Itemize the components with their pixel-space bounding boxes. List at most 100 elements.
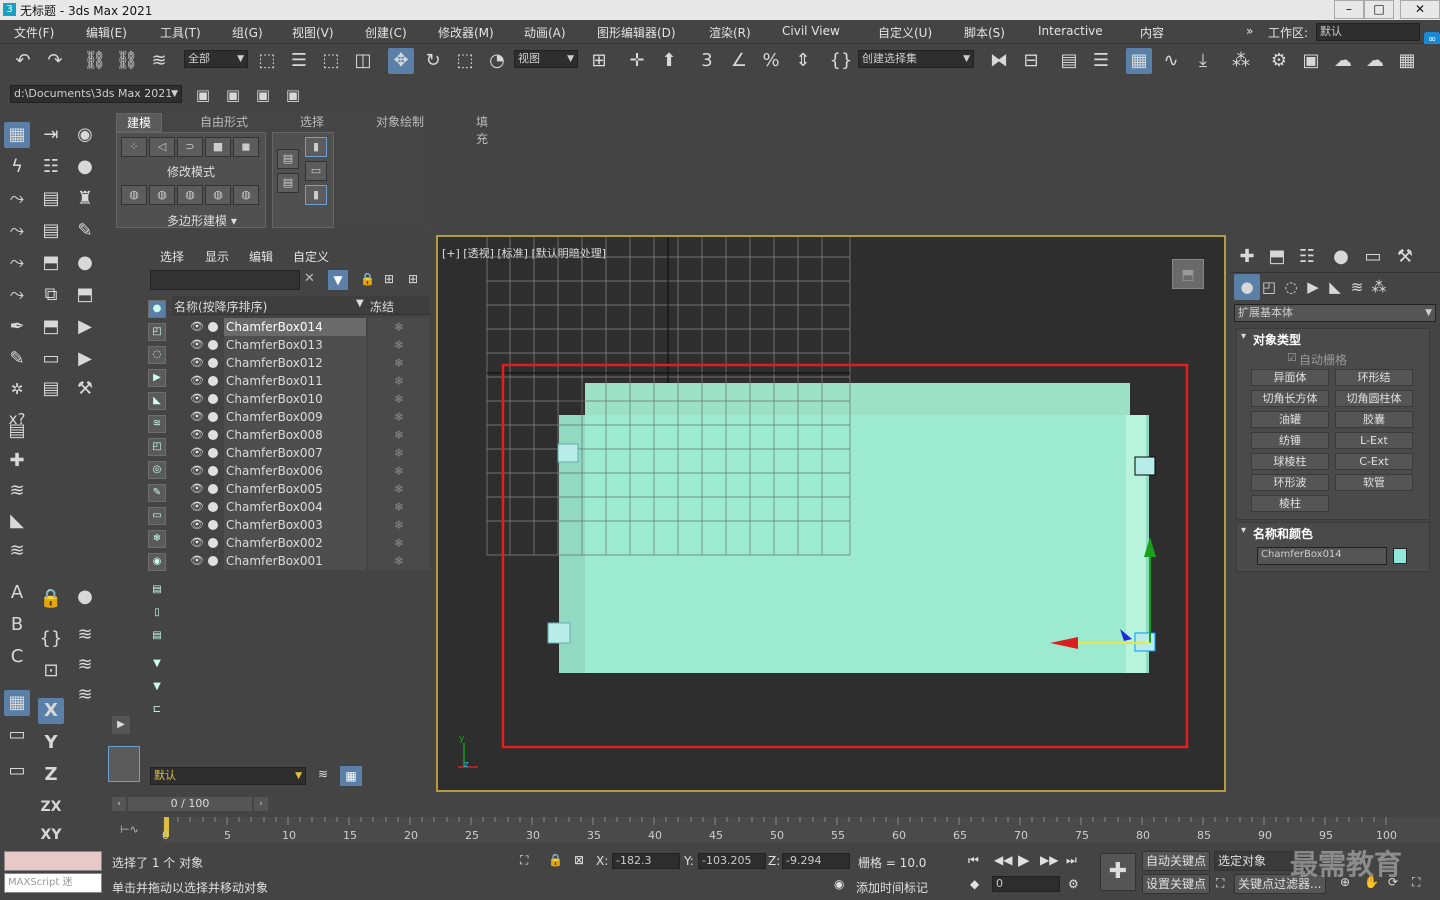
tool-1-button[interactable]: ▤ bbox=[277, 149, 299, 169]
table-row[interactable]: 👁 ChamferBox008 ❄ bbox=[184, 426, 430, 444]
table-row[interactable]: 👁 ChamferBox002 ❄ bbox=[184, 534, 430, 552]
undo-icon[interactable]: ↶ bbox=[10, 48, 36, 74]
shirt-icon[interactable]: ♜ bbox=[72, 186, 98, 212]
menu-animation[interactable]: 动画(A) bbox=[524, 24, 566, 41]
tab-selection[interactable]: 选择 bbox=[300, 113, 324, 130]
utilities-tab-icon[interactable]: ⚒ bbox=[1392, 244, 1418, 270]
modifier-3-button[interactable]: ◍ bbox=[177, 185, 203, 205]
freeze-icon[interactable]: ❄ bbox=[368, 480, 430, 498]
mesh-icon[interactable]: ⬒ bbox=[38, 314, 64, 340]
render-dot-icon[interactable] bbox=[208, 538, 218, 548]
explorer-tab-edit[interactable]: 编辑 bbox=[249, 248, 273, 265]
render-dot-icon[interactable] bbox=[208, 448, 218, 458]
video-icon[interactable]: ▶ bbox=[72, 346, 98, 372]
object-name[interactable]: ChamferBox013 bbox=[224, 336, 366, 354]
visibility-eye-icon[interactable]: 👁 bbox=[190, 446, 204, 459]
text-c-icon[interactable]: C bbox=[4, 644, 30, 670]
freeze-icon[interactable]: ❄ bbox=[368, 318, 430, 336]
render-dot-icon[interactable] bbox=[208, 340, 218, 350]
minimize-button[interactable]: – bbox=[1334, 0, 1364, 19]
object-name-input[interactable]: ChamferBox014 bbox=[1257, 547, 1387, 565]
go-to-end-icon[interactable]: ⏭ bbox=[1066, 853, 1077, 868]
add-layer-icon[interactable]: ✚ bbox=[4, 448, 30, 474]
freeze-icon[interactable]: ❄ bbox=[368, 426, 430, 444]
visibility-eye-icon[interactable]: 👁 bbox=[190, 536, 204, 549]
pointer-icon[interactable]: ◣ bbox=[4, 508, 30, 534]
table-row[interactable]: 👁 ChamferBox013 ❄ bbox=[184, 336, 430, 354]
copy-icon[interactable]: ⧉ bbox=[38, 282, 64, 308]
render-production-icon[interactable]: ☁ bbox=[1330, 48, 1356, 74]
render-setup-icon[interactable]: ⚙ bbox=[1266, 48, 1292, 74]
menu-view[interactable]: 视图(V) bbox=[292, 24, 334, 41]
hierarchy-explorer-icon[interactable]: ⊞ bbox=[384, 272, 394, 286]
display-all-icon[interactable]: ▤ bbox=[148, 582, 166, 600]
menu-file[interactable]: 文件(F) bbox=[14, 24, 54, 41]
current-frame-input[interactable]: 0 bbox=[992, 876, 1060, 892]
orbit-icon[interactable]: ⟳ bbox=[1388, 875, 1398, 889]
object-name[interactable]: ChamferBox012 bbox=[224, 354, 366, 372]
object-name[interactable]: ChamferBox002 bbox=[224, 534, 366, 552]
object-name[interactable]: ChamferBox006 bbox=[224, 462, 366, 480]
spinner-snap-icon[interactable]: ⇕ bbox=[790, 48, 816, 74]
text-b-icon[interactable]: B bbox=[4, 612, 30, 638]
object-name[interactable]: ChamferBox003 bbox=[224, 516, 366, 534]
table-row[interactable]: 👁 ChamferBox001 ❄ bbox=[184, 552, 430, 570]
expand-arrow-icon[interactable]: ▶ bbox=[112, 716, 130, 734]
project-path-dropdown[interactable]: d:\Documents\3ds Max 2021 ▼ bbox=[10, 85, 182, 103]
display-geometry-icon[interactable]: ● bbox=[148, 300, 166, 318]
container-icon[interactable]: ⊏ bbox=[148, 702, 166, 720]
prism-button[interactable]: 棱柱 bbox=[1251, 495, 1329, 512]
render-dot-icon[interactable] bbox=[208, 502, 218, 512]
explorer-tab-select[interactable]: 选择 bbox=[160, 248, 184, 265]
visibility-eye-icon[interactable]: 👁 bbox=[190, 554, 204, 567]
axis-z-icon[interactable]: Z bbox=[38, 762, 64, 788]
render-dot-icon[interactable] bbox=[208, 358, 218, 368]
material-editor-icon[interactable]: ⁂ bbox=[1228, 48, 1254, 74]
menu-interactive[interactable]: Interactive bbox=[1038, 24, 1103, 38]
column-freeze-header[interactable]: 冻结 bbox=[370, 298, 394, 315]
menu-content[interactable]: 内容 bbox=[1140, 24, 1164, 41]
menu-graph-editors[interactable]: 图形编辑器(D) bbox=[597, 24, 676, 41]
selection-lock-icon[interactable]: 🔒 bbox=[548, 853, 563, 867]
tab-object-paint[interactable]: 对象绘制 bbox=[376, 113, 424, 130]
shapes-icon[interactable]: ● bbox=[72, 154, 98, 180]
table-row[interactable]: 👁 ChamferBox014 ❄ bbox=[184, 318, 430, 336]
modifier-1-button[interactable]: ◍ bbox=[121, 185, 147, 205]
set-key-big-icon[interactable]: ✚ bbox=[1100, 853, 1136, 891]
menu-tools[interactable]: 工具(T) bbox=[160, 24, 201, 41]
render-icon[interactable]: ⬒ bbox=[38, 250, 64, 276]
layers-icon[interactable]: ≋ bbox=[4, 478, 30, 504]
spindle-button[interactable]: 纺锤 bbox=[1251, 432, 1329, 449]
axis-x-icon[interactable]: X bbox=[38, 698, 64, 724]
text-a-icon[interactable]: A bbox=[4, 580, 30, 606]
rendered-frame-icon[interactable]: ▣ bbox=[1298, 48, 1324, 74]
selection-set-dropdown[interactable]: 创建选择集 ▼ bbox=[858, 50, 974, 68]
explorer-tab-display[interactable]: 显示 bbox=[205, 248, 229, 265]
unlink-icon[interactable]: ⛓ bbox=[114, 48, 140, 74]
freeze-icon[interactable]: ❄ bbox=[368, 336, 430, 354]
render-dot-icon[interactable] bbox=[208, 412, 218, 422]
menu-modifiers[interactable]: 修改器(M) bbox=[438, 24, 494, 41]
ruler2-icon[interactable]: ▭ bbox=[4, 758, 30, 784]
visibility-eye-icon[interactable]: 👁 bbox=[190, 410, 204, 423]
freeze-icon[interactable]: ❄ bbox=[368, 552, 430, 570]
project-create-icon[interactable]: ▣ bbox=[250, 82, 276, 108]
visibility-eye-icon[interactable]: 👁 bbox=[190, 392, 204, 405]
table-row[interactable]: 👁 ChamferBox005 ❄ bbox=[184, 480, 430, 498]
set-key-button[interactable]: 设置关键点 bbox=[1142, 874, 1211, 894]
import-icon[interactable]: ⇥ bbox=[38, 122, 64, 148]
frame-icon[interactable]: ⬒ bbox=[72, 282, 98, 308]
render-dot-icon[interactable] bbox=[208, 394, 218, 404]
leg-object-2[interactable] bbox=[547, 622, 571, 644]
ruler-icon[interactable]: ▭ bbox=[4, 722, 30, 748]
curve-editor-icon[interactable]: ∿ bbox=[1158, 48, 1184, 74]
toggle-icon[interactable]: ⊡ bbox=[38, 658, 64, 684]
more-menu-icon[interactable]: » bbox=[1246, 24, 1253, 38]
pen-icon[interactable]: ✒ bbox=[4, 314, 30, 340]
z-coord-input[interactable]: -9.294 bbox=[782, 853, 850, 869]
axis-y-icon[interactable]: Y bbox=[38, 730, 64, 756]
align-icon[interactable]: ⊟ bbox=[1018, 48, 1044, 74]
pivot-center-icon[interactable]: ⊞ bbox=[586, 48, 612, 74]
time-slider-next-icon[interactable]: › bbox=[254, 797, 268, 811]
object-name[interactable]: ChamferBox005 bbox=[224, 480, 366, 498]
